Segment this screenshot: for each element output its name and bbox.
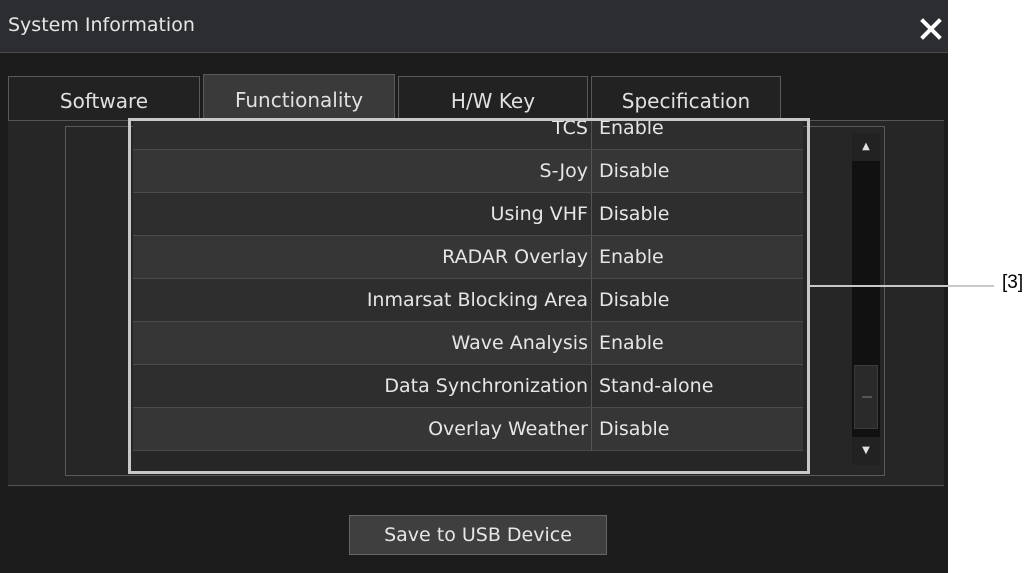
function-name: TCS: [133, 120, 592, 149]
function-name: RADAR Overlay: [133, 236, 592, 278]
function-value: Disable: [599, 203, 670, 225]
tab-hw-key[interactable]: H/W Key: [398, 76, 588, 120]
window-title: System Information: [8, 14, 195, 36]
function-name: S-Joy: [133, 150, 592, 192]
triangle-up-icon: ▲: [862, 141, 870, 152]
list-item: Data Synchronization Stand-alone: [133, 365, 803, 408]
function-name: Inmarsat Blocking Area: [133, 279, 592, 321]
list-item: TCS Enable: [133, 120, 803, 150]
list-item: Inmarsat Blocking Area Disable: [133, 279, 803, 322]
save-to-usb-button[interactable]: Save to USB Device: [349, 515, 607, 555]
function-list[interactable]: TCS Enable S-Joy Disable Using VHF Disab…: [133, 120, 803, 468]
tab-software[interactable]: Software: [8, 76, 200, 120]
system-information-dialog: System Information Software Functionalit…: [0, 0, 948, 573]
scroll-down-button[interactable]: ▼: [852, 437, 880, 465]
function-name: Data Synchronization: [133, 365, 592, 407]
close-button[interactable]: [916, 14, 946, 44]
callout-leader-line: [810, 285, 994, 287]
function-value: Enable: [599, 332, 664, 354]
grip-icon: [862, 396, 872, 398]
list-item: Wave Analysis Enable: [133, 322, 803, 365]
tab-specification[interactable]: Specification: [591, 76, 781, 120]
title-bar: System Information: [0, 0, 948, 53]
list-item: Overlay Weather Disable: [133, 408, 803, 451]
list-item: RADAR Overlay Enable: [133, 236, 803, 279]
callout-label: [3]: [1002, 272, 1024, 293]
close-icon: [920, 18, 942, 40]
function-name: Overlay Weather: [133, 408, 592, 450]
scroll-up-button[interactable]: ▲: [852, 133, 880, 161]
vertical-scrollbar[interactable]: ▲ ▼: [852, 133, 880, 465]
function-value: Enable: [599, 246, 664, 268]
function-name: Using VHF: [133, 193, 592, 235]
scroll-thumb[interactable]: [854, 365, 878, 429]
function-value: Disable: [599, 160, 670, 182]
list-item: S-Joy Disable: [133, 150, 803, 193]
function-value: Disable: [599, 418, 670, 440]
function-value: Enable: [599, 120, 664, 139]
function-value: Disable: [599, 289, 670, 311]
function-value: Stand-alone: [599, 375, 714, 397]
function-name: Wave Analysis: [133, 322, 592, 364]
list-item: Using VHF Disable: [133, 193, 803, 236]
tab-functionality[interactable]: Functionality: [203, 74, 395, 120]
triangle-down-icon: ▼: [862, 445, 870, 456]
